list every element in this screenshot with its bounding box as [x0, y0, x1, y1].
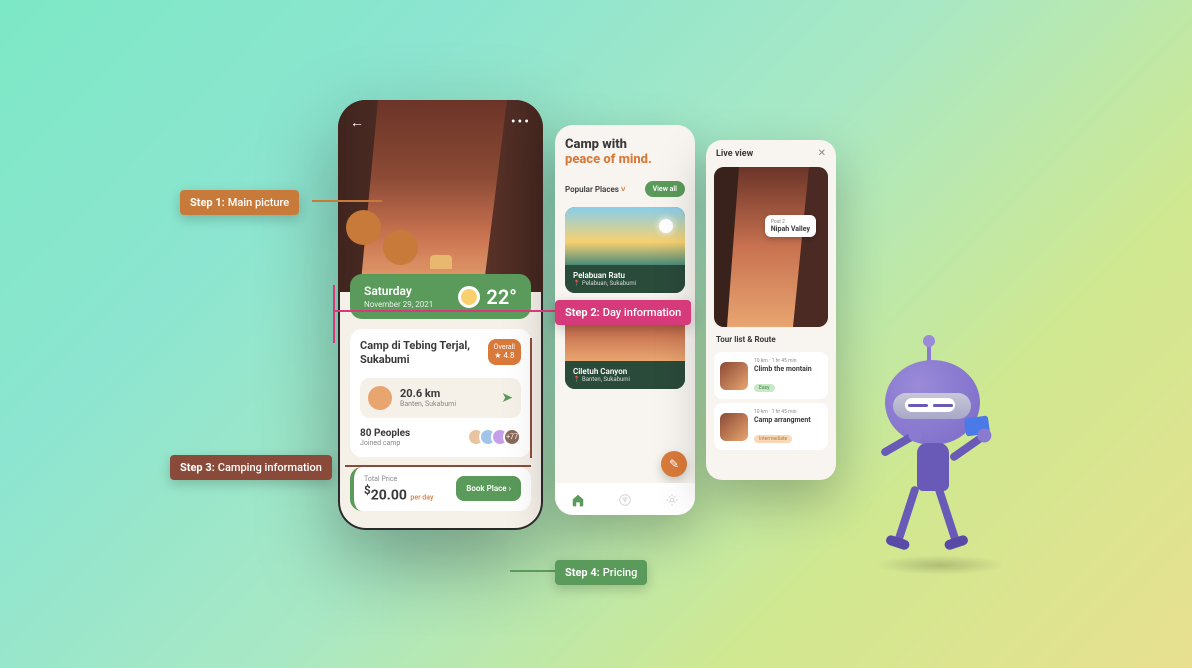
avatar-stack[interactable]: +77	[473, 428, 521, 446]
rating-badge: Overall ★ 4.8	[488, 339, 521, 365]
fab-edit-button[interactable]: ✎	[661, 451, 687, 477]
bottom-nav	[555, 483, 695, 515]
tour-thumb	[720, 413, 748, 441]
section-title: Tour list & Route	[706, 327, 836, 348]
connector-line	[333, 285, 335, 343]
tour-title: Camp arrangment	[754, 416, 822, 424]
nav-settings-icon[interactable]	[665, 492, 679, 506]
more-button[interactable]: •••	[511, 114, 531, 130]
connector-line	[312, 200, 382, 202]
place-name: Pelabuan Ratu	[573, 271, 677, 280]
place-card[interactable]: Pelabuan Ratu 📍 Pelabuan, Sukabumi	[565, 207, 685, 293]
connector-line	[530, 338, 532, 458]
connector-line	[333, 310, 555, 312]
camp-title: Camp di Tebing Terjal, Sukabumi	[360, 339, 470, 368]
price-label: Total Price	[364, 475, 433, 483]
view-all-button[interactable]: View all	[645, 181, 685, 197]
tour-item[interactable]: 10 km · 1 hr 45 min Camp arrangment Inte…	[714, 403, 828, 450]
tour-title: Climb the montain	[754, 365, 822, 373]
book-button[interactable]: Book Place ›	[456, 476, 521, 501]
weather-card: Saturday November 29, 2021 22°	[350, 274, 531, 319]
phone-live-mockup: Live view ✕ Post 2 Nipah Valley Tour lis…	[706, 140, 836, 480]
back-button[interactable]: ←	[350, 114, 364, 131]
weather-day: Saturday	[364, 284, 433, 298]
step-3-label: Step 3:Camping information	[170, 455, 332, 480]
avatar-more: +77	[503, 428, 521, 446]
tent-icon	[368, 386, 392, 410]
tour-meta: 10 km · 1 hr 45 min	[754, 358, 822, 364]
location-marker[interactable]: Post 2 Nipah Valley	[765, 215, 816, 237]
distance-row[interactable]: 20.6 km Banten, Sukabumi ➤	[360, 378, 521, 418]
step-4-label: Step 4:Pricing	[555, 560, 647, 585]
headline: Camp with	[565, 137, 685, 152]
navigate-icon[interactable]: ➤	[501, 390, 513, 406]
weather-temp: 22°	[486, 285, 517, 309]
distance-location: Banten, Sukabumi	[400, 400, 493, 408]
difficulty-badge: Easy	[754, 384, 775, 392]
tour-item[interactable]: 10 km · 1 hr 45 min Climb the montain Ea…	[714, 352, 828, 399]
people-sub: Joined camp	[360, 439, 410, 447]
nav-home-icon[interactable]	[571, 492, 585, 506]
popular-dropdown[interactable]: Popular Places	[565, 185, 626, 194]
live-image: Post 2 Nipah Valley	[714, 167, 828, 327]
place-image	[565, 207, 685, 265]
connector-line	[510, 570, 555, 572]
weather-date: November 29, 2021	[364, 300, 433, 309]
headline-accent: peace of mind.	[565, 152, 685, 167]
people-count: 80 Peoples	[360, 428, 410, 439]
nav-compass-icon[interactable]	[618, 492, 632, 506]
place-location: 📍 Banten, Sukabumi	[573, 376, 677, 383]
camp-info-card: Camp di Tebing Terjal, Sukabumi Overall …	[350, 329, 531, 457]
close-button[interactable]: ✕	[818, 148, 826, 159]
place-name: Ciletuh Canyon	[573, 367, 677, 376]
step-2-label: Step 2:Day information	[555, 300, 691, 325]
distance-value: 20.6 km	[400, 387, 493, 400]
step-1-label: Step 1:Main picture	[180, 190, 299, 215]
live-title: Live view	[716, 149, 753, 159]
difficulty-badge: Intermediate	[754, 435, 792, 443]
price-bar: Total Price $20.00 per day Book Place ›	[350, 467, 531, 512]
place-location: 📍 Pelabuan, Sukabumi	[573, 280, 677, 287]
hero-image: ← •••	[338, 100, 543, 292]
tour-thumb	[720, 362, 748, 390]
robot-mascot	[835, 345, 1035, 605]
sun-icon	[458, 286, 480, 308]
connector-line	[345, 465, 531, 467]
tour-meta: 10 km · 1 hr 45 min	[754, 409, 822, 415]
